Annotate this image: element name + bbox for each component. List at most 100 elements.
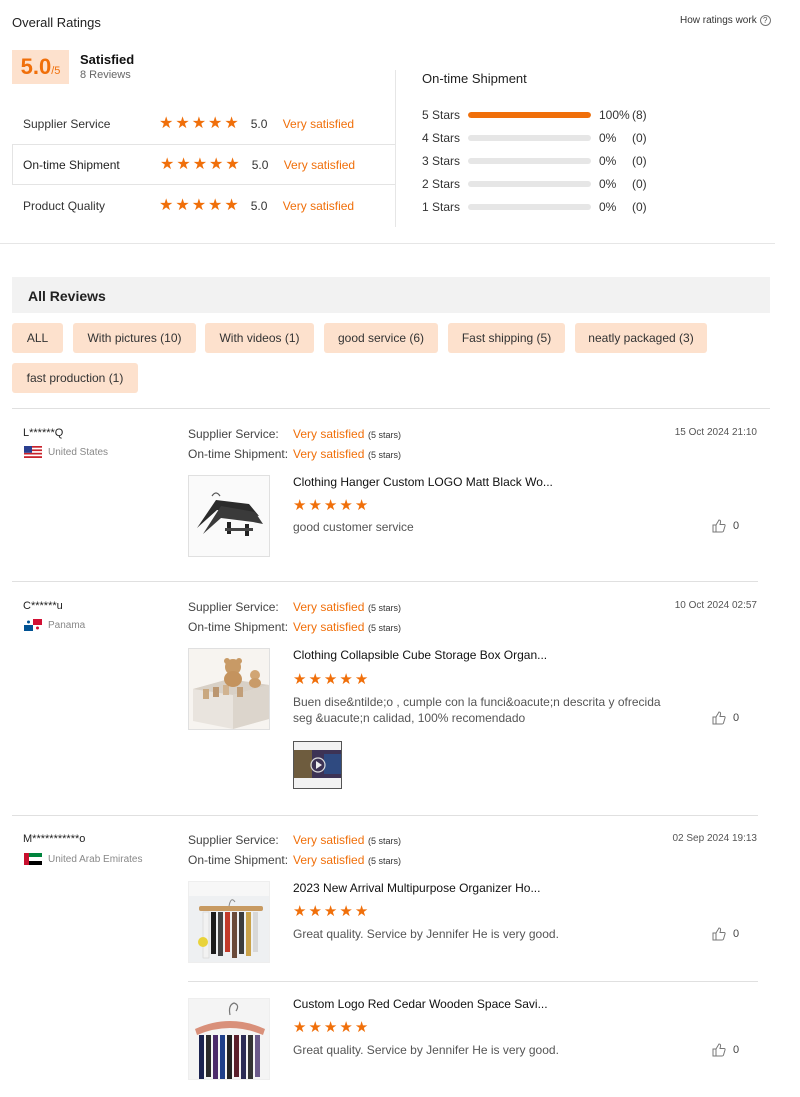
- reviewer-country: Panama: [24, 619, 85, 631]
- meta-key: Supplier Service:: [188, 833, 279, 847]
- country-name: United States: [48, 446, 109, 458]
- product-thumbnail[interactable]: [188, 998, 270, 1080]
- category-label: Supplier Service: [23, 116, 111, 131]
- product-thumbnail[interactable]: [188, 648, 270, 730]
- filter-chip-fast-production[interactable]: fast production (1): [12, 363, 138, 393]
- like-button[interactable]: 0: [712, 927, 739, 941]
- vertical-divider: [395, 70, 396, 227]
- filter-chip-good-service[interactable]: good service (6): [324, 323, 438, 353]
- product-thumbnail[interactable]: [188, 881, 270, 963]
- star-icon: ★: [339, 497, 353, 514]
- category-score: 5.0: [250, 198, 268, 213]
- star-icon: ★: [308, 671, 322, 688]
- thumbs-up-icon: [712, 1043, 726, 1057]
- like-button[interactable]: 0: [712, 711, 739, 725]
- distribution-title: On-time Shipment: [422, 71, 527, 86]
- review-comment: Great quality. Service by Jennifer He is…: [293, 927, 559, 941]
- distribution-bar: [468, 204, 591, 210]
- star-icon: ★: [308, 903, 322, 920]
- thumbs-up-icon: [712, 519, 726, 533]
- filter-chip-fast-shipping[interactable]: Fast shipping (5): [448, 323, 565, 353]
- meta-key: Supplier Service:: [188, 427, 279, 441]
- like-count: 0: [733, 1044, 740, 1056]
- category-status: Very satisfied: [283, 157, 356, 172]
- star-icon: ★: [159, 196, 174, 214]
- star-icon: ★: [308, 497, 322, 514]
- reviewer-name: M***********o: [23, 833, 86, 845]
- product-thumbnail[interactable]: [188, 475, 270, 557]
- review-video-thumbnail[interactable]: [293, 741, 342, 789]
- category-stars: ★ ★ ★ ★ ★: [159, 196, 239, 214]
- meta-value: Very satisfied: [293, 853, 365, 867]
- like-button[interactable]: 0: [712, 1043, 739, 1057]
- all-reviews-title: All Reviews: [28, 288, 106, 304]
- star-icon: ★: [308, 1019, 322, 1036]
- meta-value: Very satisfied: [293, 427, 365, 441]
- country-name: United Arab Emirates: [48, 853, 143, 865]
- star-icon: ★: [224, 196, 239, 214]
- distribution-row-2: 2 Stars 0% (0): [422, 177, 647, 191]
- distribution-row-5: 5 Stars 100% (8): [422, 108, 647, 122]
- meta-stars: (5 stars): [368, 603, 402, 613]
- star-icon: ★: [354, 903, 369, 920]
- product-title[interactable]: Custom Logo Red Cedar Wooden Space Savi.…: [293, 997, 548, 1011]
- product-title[interactable]: Clothing Hanger Custom LOGO Matt Black W…: [293, 475, 553, 489]
- product-rating-stars: ★ ★ ★ ★ ★: [293, 672, 368, 687]
- distribution-label: 5 Stars: [422, 108, 461, 122]
- filter-chip-neatly-packaged[interactable]: neatly packaged (3): [575, 323, 707, 353]
- category-row-product-quality[interactable]: Product Quality ★ ★ ★ ★ ★ 5.0 Very satisfied: [12, 185, 396, 226]
- star-icon: ★: [293, 1019, 307, 1036]
- review-meta-supplier: Supplier Service: Very satisfied (5 stars): [188, 833, 401, 847]
- flag-icon: [24, 853, 42, 865]
- like-button[interactable]: 0: [712, 519, 739, 533]
- distribution-percent: 0%: [599, 200, 617, 214]
- overall-score-badge: 5.0/5: [12, 50, 69, 84]
- review-divider: [12, 581, 758, 582]
- star-icon: ★: [323, 497, 338, 514]
- filter-chip-with-videos[interactable]: With videos (1): [205, 323, 314, 353]
- reviewer-name: L******Q: [23, 427, 64, 439]
- star-icon: ★: [354, 497, 369, 514]
- distribution-label: 2 Stars: [422, 177, 461, 191]
- distribution-fill: [468, 112, 591, 118]
- star-icon: ★: [191, 196, 207, 214]
- overall-score: 5.0: [20, 54, 52, 79]
- star-icon: ★: [160, 155, 175, 173]
- star-icon: ★: [323, 671, 338, 688]
- review-comment: Great quality. Service by Jennifer He is…: [293, 1043, 559, 1057]
- star-icon: ★: [191, 114, 207, 132]
- all-reviews-header: [12, 277, 770, 313]
- star-icon: ★: [225, 155, 240, 173]
- star-icon: ★: [159, 114, 174, 132]
- meta-stars: (5 stars): [368, 623, 402, 633]
- overall-review-count: 8 Reviews: [80, 69, 131, 81]
- distribution-percent: 100%: [599, 108, 630, 122]
- distribution-label: 3 Stars: [422, 154, 461, 168]
- filter-chip-all[interactable]: ALL: [12, 323, 63, 353]
- how-ratings-work-link[interactable]: How ratings work ?: [680, 15, 771, 26]
- meta-value: Very satisfied: [293, 447, 365, 461]
- reviewer-country: United Arab Emirates: [24, 853, 143, 865]
- review-date: 10 Oct 2024 02:57: [674, 600, 757, 611]
- product-title[interactable]: 2023 New Arrival Multipurpose Organizer …: [293, 881, 540, 895]
- star-icon: ★: [208, 196, 223, 214]
- category-score: 5.0: [250, 116, 268, 131]
- product-title[interactable]: Clothing Collapsible Cube Storage Box Or…: [293, 648, 547, 662]
- reviews-list-divider: [12, 408, 770, 409]
- category-label: On-time Shipment: [23, 157, 120, 172]
- meta-value: Very satisfied: [293, 620, 365, 634]
- overall-score-max: /5: [51, 65, 61, 77]
- distribution-percent: 0%: [599, 131, 617, 145]
- filter-chip-with-pictures[interactable]: With pictures (10): [73, 323, 196, 353]
- category-row-supplier-service[interactable]: Supplier Service ★ ★ ★ ★ ★ 5.0 Very satisfie…: [12, 103, 396, 144]
- category-label: Product Quality: [23, 198, 106, 213]
- meta-key: On-time Shipment:: [188, 447, 289, 461]
- star-icon: ★: [209, 155, 224, 173]
- product-rating-stars: ★ ★ ★ ★ ★: [293, 1020, 368, 1035]
- category-score: 5.0: [251, 157, 269, 172]
- distribution-row-3: 3 Stars 0% (0): [422, 154, 647, 168]
- meta-key: On-time Shipment:: [188, 620, 289, 634]
- category-row-on-time-shipment[interactable]: On-time Shipment ★ ★ ★ ★ ★ 5.0 Very satisfie…: [12, 144, 396, 185]
- meta-stars: (5 stars): [368, 430, 402, 440]
- like-count: 0: [733, 712, 740, 724]
